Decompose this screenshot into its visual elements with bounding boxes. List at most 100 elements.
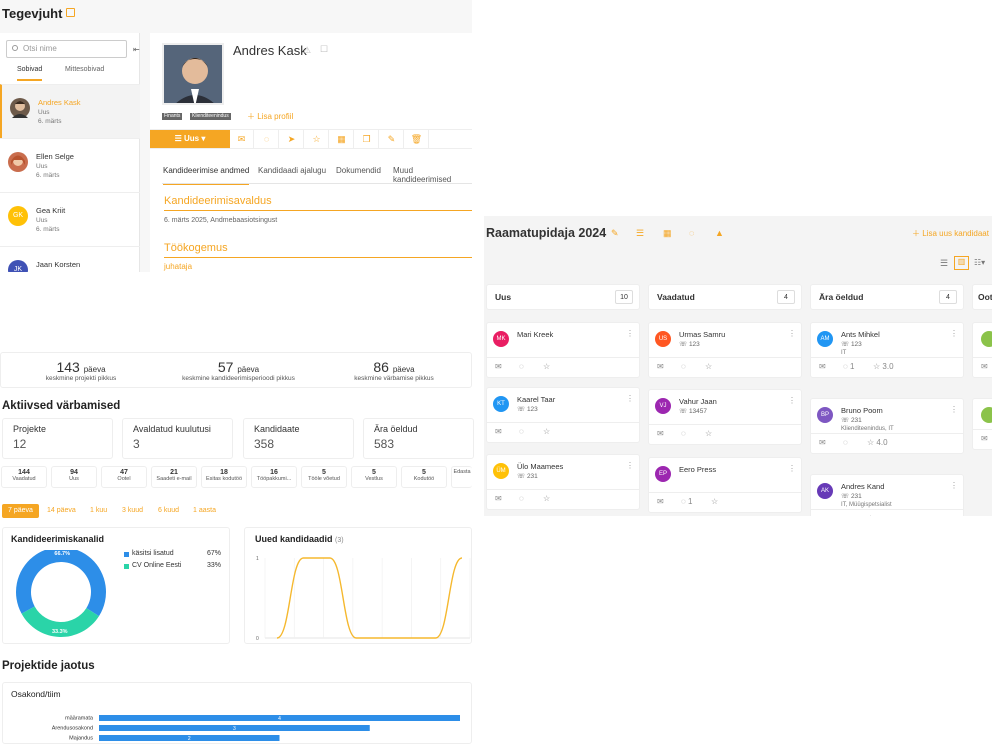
add-profile-link[interactable]: ＋ Lisa profiil [247,111,293,122]
period-6m[interactable]: 6 kuud [152,504,185,518]
more-icon[interactable]: ⋮ [950,405,958,414]
add-candidate-button[interactable]: ＋ Lisa uus kandidaat [912,228,989,239]
candidate-card[interactable]: ✉ [972,398,992,450]
star-icon[interactable]: ☆ [543,362,550,371]
tab-history[interactable]: Kandidaadi ajalugu [258,166,326,175]
bookmark-icon[interactable]: ☐ [320,44,328,55]
more-icon[interactable]: ⋮ [950,329,958,338]
email-icon[interactable]: ✉ [495,427,502,436]
email-icon[interactable]: ✉ [819,514,826,516]
chart-icon[interactable]: ▲ [715,228,724,238]
warning-icon[interactable]: ⚠ [303,45,311,56]
candidate-card[interactable]: ÜM Ülo Maamees ⋮ ☏ 231 ✉ ◌ ☆ [486,454,640,510]
comment-icon[interactable]: ◌ [843,514,848,516]
new-button[interactable]: ☰ Uus ▾ [150,130,230,148]
edit-icon[interactable] [66,8,75,17]
columns-menu-icon[interactable]: ☷▾ [974,258,985,267]
candidate-card[interactable]: AKAndres Kand⋮☏ 231IT, Müügispetsialist✉… [810,474,964,516]
more-icon[interactable]: ⋮ [626,394,634,403]
comment-icon[interactable]: ◌ [681,429,686,438]
send-icon[interactable]: ➤ [280,130,304,148]
pencil-icon[interactable]: ✎ [380,130,404,148]
email-icon[interactable]: ✉ [495,494,502,503]
more-icon[interactable]: ⋮ [626,329,634,338]
calendar-icon[interactable]: ▦ [330,130,354,148]
email-icon[interactable]: ✉ [657,429,664,438]
status-counter[interactable]: Edasta [451,466,472,488]
star-icon[interactable]: ☆ [543,494,550,503]
candidate-card[interactable]: EP Eero Press ⋮ ✉ ◌ 1 ☆ [648,457,802,513]
status-counter[interactable]: 144 Vaadatud [1,466,47,488]
star-icon[interactable]: ☆ [867,514,874,516]
status-counter[interactable]: 47 Ootel [101,466,147,488]
status-counter[interactable]: 21 Saadeti e-mail [151,466,197,488]
star-icon[interactable]: ☆ [705,362,712,371]
calendar-icon[interactable]: ▦ [663,228,672,239]
star-icon[interactable]: ☆ 4.0 [867,438,888,447]
tab-unsuitable[interactable]: Mittesobivad [65,66,104,73]
edit-icon[interactable]: ✎ [611,228,619,239]
candidate-card[interactable]: MK Mari Kreek ⋮ ✉ ◌ ☆ [486,322,640,378]
status-counter[interactable]: 18 Esitas kodutöö [201,466,247,488]
comment-icon[interactable]: ◌ [519,362,524,371]
more-icon[interactable]: ⋮ [788,329,796,338]
candidate-card[interactable]: US Urmas Samru ⋮ ☏ 123 ✉ ◌ ☆ [648,322,802,378]
more-icon[interactable]: ⋮ [950,481,958,490]
comment-icon[interactable]: ◌ [681,362,686,371]
comment-icon[interactable]: ◌ 1 [843,362,854,371]
copy-icon[interactable]: ❐ [355,130,379,148]
email-icon[interactable]: ✉ [981,362,988,371]
candidate-card[interactable]: VJ Vahur Jaan ⋮ ☏ 13457 ✉ ◌ ☆ [648,389,802,445]
star-icon[interactable]: ☆ [543,427,550,436]
star-icon[interactable]: ☆ [705,429,712,438]
tab-suitable[interactable]: Sobivad [17,66,43,81]
kpi-card[interactable]: Projekte 12 [2,418,113,459]
search-input[interactable]: Otsi nime [6,40,127,58]
comment-icon[interactable]: ◌ [843,438,848,447]
comment-icon[interactable]: ◌ [255,130,279,148]
list-item[interactable]: Andres Kask Uus 6. märts [0,84,140,138]
list-item[interactable]: GK Gea Kriit Uus 6. märts [0,192,140,246]
collapse-icon[interactable]: ⇤ [133,45,140,54]
more-icon[interactable]: ⋮ [788,464,796,473]
chat-icon[interactable]: ◌ [689,228,694,238]
candidate-card[interactable]: BP Bruno Poom ⋮ ☏ 231 Klienditeenindus, IT ✉ ◌… [810,398,964,454]
period-3m[interactable]: 3 kuud [116,504,149,518]
star-icon[interactable]: ☆ [711,497,718,506]
status-counter[interactable]: 5 Kodutöö [401,466,447,488]
period-1m[interactable]: 1 kuu [84,504,113,518]
tab-documents[interactable]: Dokumendid [336,166,381,175]
email-icon[interactable]: ✉ [819,438,826,447]
status-counter[interactable]: 5 Vestlus [351,466,397,488]
email-icon[interactable]: ✉ [657,497,664,506]
tab-other-applications[interactable]: Muud kandideerimised [393,166,472,184]
status-counter[interactable]: 94 Uus [51,466,97,488]
email-icon[interactable]: ✉ [657,362,664,371]
email-icon[interactable]: ✉ [230,130,254,148]
period-7d[interactable]: 7 päeva [2,504,39,518]
email-icon[interactable]: ✉ [495,362,502,371]
more-icon[interactable]: ⋮ [626,461,634,470]
email-icon[interactable]: ✉ [819,362,826,371]
list-view-icon[interactable]: ☰ [940,258,948,269]
comment-icon[interactable]: ◌ 1 [681,497,692,506]
comment-icon[interactable]: ◌ [519,427,524,436]
star-icon[interactable]: ☆ 3.0 [873,362,894,371]
star-icon[interactable]: ☆ [305,130,329,148]
candidate-card[interactable]: AM Ants Mihkel ⋮ ☏ 123 IT ✉ ◌ 1 ☆ 3.0 [810,322,964,378]
trash-icon[interactable]: 🗑 [405,130,429,148]
more-icon[interactable]: ⋮ [788,396,796,405]
list-item[interactable]: Ellen Selge Uus 6. märts [0,138,140,192]
kpi-card[interactable]: Kandidaate 358 [243,418,354,459]
period-14d[interactable]: 14 päeva [41,504,82,518]
email-icon[interactable]: ✉ [981,434,988,443]
candidate-card[interactable]: KT Kaarel Taar ⋮ ☏ 123 ✉ ◌ ☆ [486,387,640,443]
comment-icon[interactable]: ◌ [519,494,524,503]
status-counter[interactable]: 16 Tööpakkumi... [251,466,297,488]
status-counter[interactable]: 5 Tööle võetud [301,466,347,488]
kpi-card[interactable]: Avaldatud kuulutusi 3 [122,418,233,459]
period-1y[interactable]: 1 aasta [187,504,222,518]
kpi-card[interactable]: Ära öeldud 583 [363,418,474,459]
board-view-icon[interactable]: ▥ [954,256,969,270]
candidate-card[interactable]: ✉ [972,322,992,378]
